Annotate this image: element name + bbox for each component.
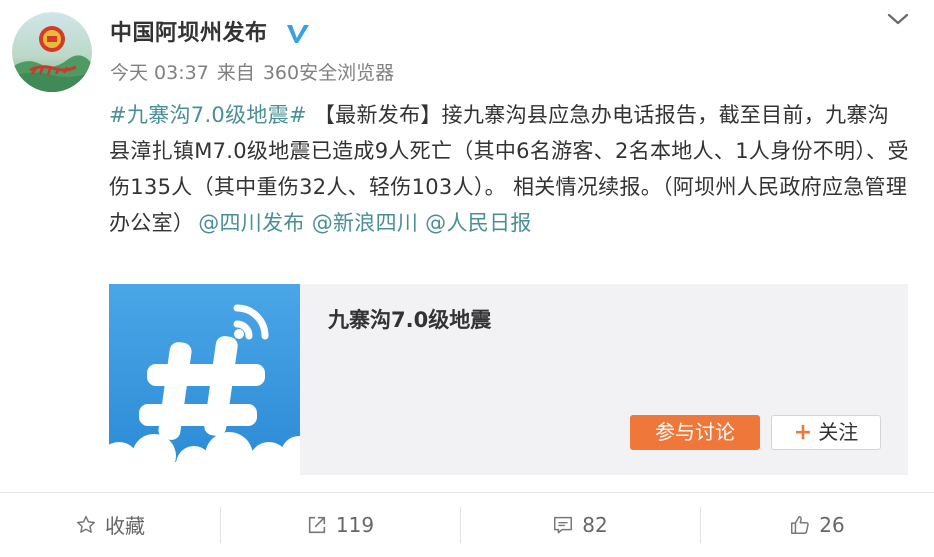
weibo-post: 中国阿坝州发布 今天 03:37 来自 360安全浏览器 #九寨沟7.0级地震# 【… (0, 0, 934, 557)
favorite-label: 收藏 (105, 514, 145, 538)
like-button[interactable]: 26 (700, 493, 934, 556)
post-source[interactable]: 360安全浏览器 (263, 62, 394, 84)
topic-thumbnail[interactable] (109, 284, 300, 475)
author-name[interactable]: 中国阿坝州发布 (110, 19, 268, 49)
mention-sichuan-fabu[interactable]: @四川发布 (198, 211, 305, 235)
favorite-button[interactable]: 收藏 (0, 493, 220, 556)
thumbs-up-icon (791, 515, 810, 534)
action-bar: 收藏 119 82 26 (0, 492, 934, 557)
join-discussion-button[interactable]: 参与讨论 (630, 415, 760, 450)
mention-sina-sichuan[interactable]: @新浪四川 (312, 211, 419, 235)
author-avatar[interactable] (12, 12, 92, 92)
follow-topic-button[interactable]: + 关注 (771, 415, 881, 450)
repost-button[interactable]: 119 (220, 493, 460, 556)
source-prefix: 来自 (216, 62, 255, 84)
follow-label: 关注 (818, 420, 859, 444)
comment-count: 82 (582, 512, 608, 537)
hashtag-topic-icon (109, 284, 300, 475)
hashtag-link[interactable]: #九寨沟7.0级地震# (109, 103, 307, 127)
chevron-down-icon[interactable] (880, 8, 916, 30)
topic-card[interactable]: 九寨沟7.0级地震 参与讨论 + 关注 (109, 284, 908, 475)
comment-icon (554, 516, 573, 534)
post-text: #九寨沟7.0级地震# 【最新发布】接九寨沟县应急办电话报告，截至目前，九寨沟县… (109, 97, 909, 241)
like-count: 26 (819, 512, 845, 537)
comment-button[interactable]: 82 (460, 493, 700, 556)
mention-renmin-ribao[interactable]: @人民日报 (425, 211, 532, 235)
government-emblem-avatar (12, 12, 92, 92)
post-meta: 今天 03:37 来自 360安全浏览器 (110, 59, 402, 87)
repost-icon (308, 516, 326, 533)
verified-v-icon (287, 25, 309, 43)
topic-title[interactable]: 九寨沟7.0级地震 (328, 305, 491, 335)
star-icon (77, 515, 95, 533)
post-time[interactable]: 今天 03:37 (110, 62, 209, 84)
repost-count: 119 (335, 512, 375, 537)
plus-icon: + (793, 420, 813, 445)
